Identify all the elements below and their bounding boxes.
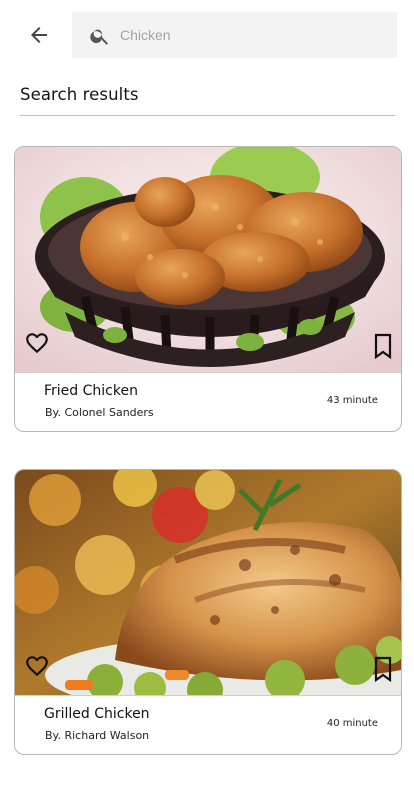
section-title: Search results bbox=[20, 85, 139, 104]
divider bbox=[20, 115, 395, 116]
recipe-time: 40 minute bbox=[326, 718, 378, 729]
arrow-left-icon bbox=[31, 27, 47, 43]
recipe-author: By. Richard Walson bbox=[45, 729, 150, 742]
recipe-name: Fried Chicken bbox=[44, 383, 138, 399]
top-bar bbox=[0, 0, 414, 70]
search-input[interactable] bbox=[120, 12, 380, 58]
recipe-image bbox=[15, 470, 401, 695]
bookmark-outline-icon[interactable] bbox=[373, 656, 393, 682]
bookmark-outline-icon[interactable] bbox=[373, 333, 393, 359]
recipe-name: Grilled Chicken bbox=[44, 706, 150, 722]
back-button[interactable] bbox=[20, 18, 58, 52]
recipe-card[interactable]: Grilled Chicken By. Richard Walson 40 mi… bbox=[14, 469, 402, 755]
search-icon bbox=[90, 29, 109, 45]
search-box[interactable] bbox=[72, 12, 397, 58]
heart-outline-icon[interactable] bbox=[23, 653, 51, 679]
recipe-card[interactable]: Fried Chicken By. Colonel Sanders 43 min… bbox=[14, 146, 402, 432]
recipe-time: 43 minute bbox=[326, 395, 378, 406]
heart-outline-icon[interactable] bbox=[23, 330, 51, 356]
recipe-author: By. Colonel Sanders bbox=[45, 406, 154, 419]
recipe-info: Fried Chicken By. Colonel Sanders 43 min… bbox=[15, 372, 401, 431]
recipe-image bbox=[15, 147, 401, 372]
recipe-info: Grilled Chicken By. Richard Walson 40 mi… bbox=[15, 695, 401, 754]
